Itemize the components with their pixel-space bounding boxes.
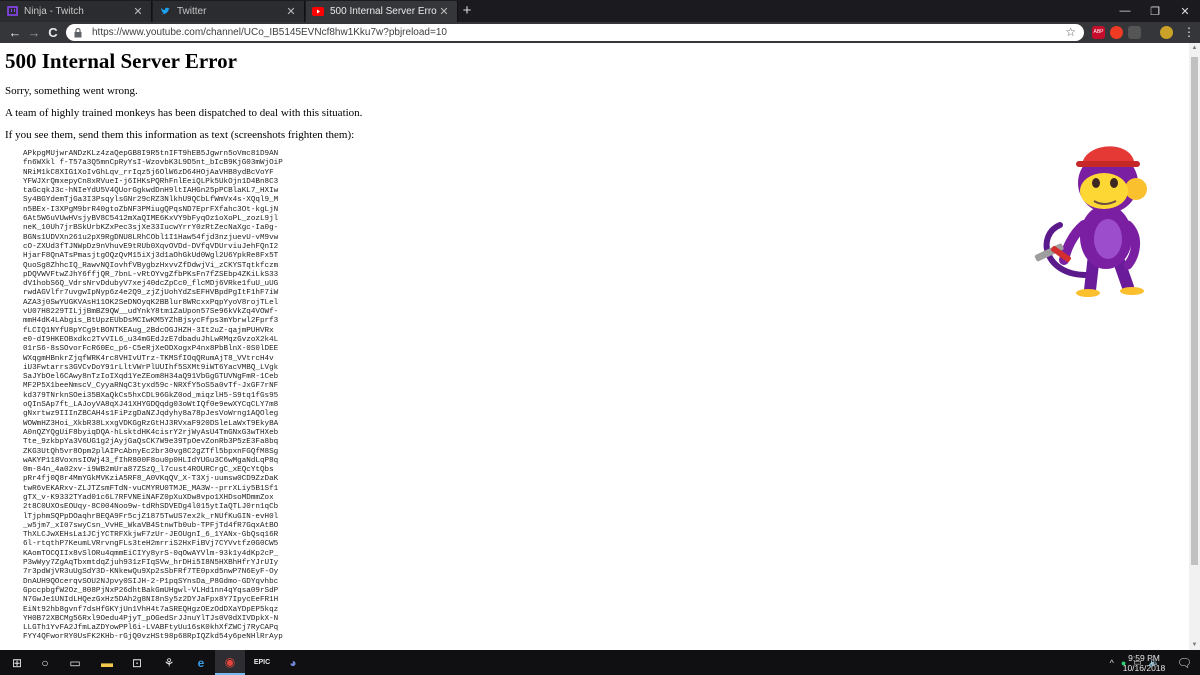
- monkey-illustration: [1034, 146, 1147, 297]
- edge-button[interactable]: e: [186, 650, 216, 675]
- scroll-up-icon[interactable]: ▲: [1189, 45, 1200, 51]
- tab-title: Twitter: [177, 6, 207, 17]
- forward-button[interactable]: →: [25, 24, 43, 41]
- store-button[interactable]: ⊡: [122, 650, 152, 675]
- restore-button[interactable]: ❐: [1140, 0, 1170, 22]
- tab-twitter[interactable]: Twitter ✕: [153, 1, 305, 22]
- tab-title: Ninja - Twitch: [24, 6, 84, 17]
- tab-close-icon[interactable]: ✕: [437, 5, 451, 18]
- twitch-icon: [6, 6, 18, 18]
- clock-date: 10/16/2018: [1122, 663, 1166, 673]
- twitter-icon: [159, 6, 171, 18]
- reload-button[interactable]: C: [44, 24, 62, 41]
- new-tab-button[interactable]: +: [458, 3, 476, 19]
- app-button[interactable]: ⚘: [154, 650, 184, 675]
- scrollbar-thumb[interactable]: [1191, 57, 1198, 565]
- tab-strip: Ninja - Twitch ✕ Twitter ✕ 500 Internal …: [0, 0, 1200, 22]
- url-text[interactable]: https://www.youtube.com/channel/UCo_IB51…: [92, 27, 447, 38]
- window-controls: — ❐ ✕: [1110, 0, 1200, 22]
- cortana-button[interactable]: ○: [30, 650, 60, 675]
- error-message: Sorry, something went wrong.: [5, 85, 138, 97]
- chrome-button[interactable]: ◉: [215, 650, 245, 675]
- explorer-button[interactable]: ▬: [92, 650, 122, 675]
- send-info-message: If you see them, send them this informat…: [5, 129, 355, 141]
- abp-icon[interactable]: ABP: [1092, 26, 1105, 39]
- taskview-button[interactable]: ▭: [60, 650, 90, 675]
- clock-time: 9:59 PM: [1128, 653, 1160, 663]
- adblock-icon[interactable]: [1110, 26, 1123, 39]
- scroll-down-icon[interactable]: ▼: [1189, 642, 1200, 648]
- tab-close-icon[interactable]: ✕: [131, 5, 145, 18]
- system-clock[interactable]: 9:59 PM 10/16/2018: [1118, 653, 1170, 673]
- browser-toolbar: ← → C https://www.youtube.com/channel/UC…: [0, 22, 1200, 43]
- lock-icon: [74, 27, 84, 38]
- profile-avatar[interactable]: [1160, 26, 1173, 39]
- tab-title: 500 Internal Server Error: [330, 6, 437, 17]
- menu-button[interactable]: ⋮: [1180, 24, 1198, 41]
- discord-button[interactable]: ◕: [278, 650, 308, 675]
- windows-taskbar: ⊞ ○ ▭ ▬ ⊡ ⚘ e ◉ EPIC ◕ ^ ● ▭ 🔈 9:59 PM 1…: [0, 650, 1200, 675]
- tab-youtube-error[interactable]: 500 Internal Server Error ✕: [306, 1, 458, 22]
- chevron-up-icon[interactable]: ^: [1110, 658, 1114, 668]
- notifications-icon[interactable]: 🗨: [1177, 656, 1192, 670]
- bookmark-star-icon[interactable]: ☆: [1065, 25, 1076, 39]
- page-content: 500 Internal Server Error Sorry, somethi…: [0, 43, 1189, 650]
- tab-twitch[interactable]: Ninja - Twitch ✕: [0, 1, 152, 22]
- tab-close-icon[interactable]: ✕: [284, 5, 298, 18]
- minimize-button[interactable]: —: [1110, 0, 1140, 22]
- start-button[interactable]: ⊞: [2, 650, 32, 675]
- youtube-icon: [312, 6, 324, 18]
- error-code-block: APkpgMUjwrANDzKLz4zaQepGB8I9R5tnIFT9hEB5…: [23, 150, 283, 642]
- close-window-button[interactable]: ✕: [1170, 0, 1200, 22]
- error-heading: 500 Internal Server Error: [5, 49, 237, 73]
- back-button[interactable]: ←: [6, 24, 24, 41]
- epic-button[interactable]: EPIC: [247, 650, 277, 675]
- address-bar[interactable]: https://www.youtube.com/channel/UCo_IB51…: [66, 24, 1084, 41]
- monkeys-message: A team of highly trained monkeys has bee…: [5, 107, 363, 119]
- page-scrollbar[interactable]: ▲ ▼: [1189, 43, 1200, 650]
- shield-icon[interactable]: [1128, 26, 1141, 39]
